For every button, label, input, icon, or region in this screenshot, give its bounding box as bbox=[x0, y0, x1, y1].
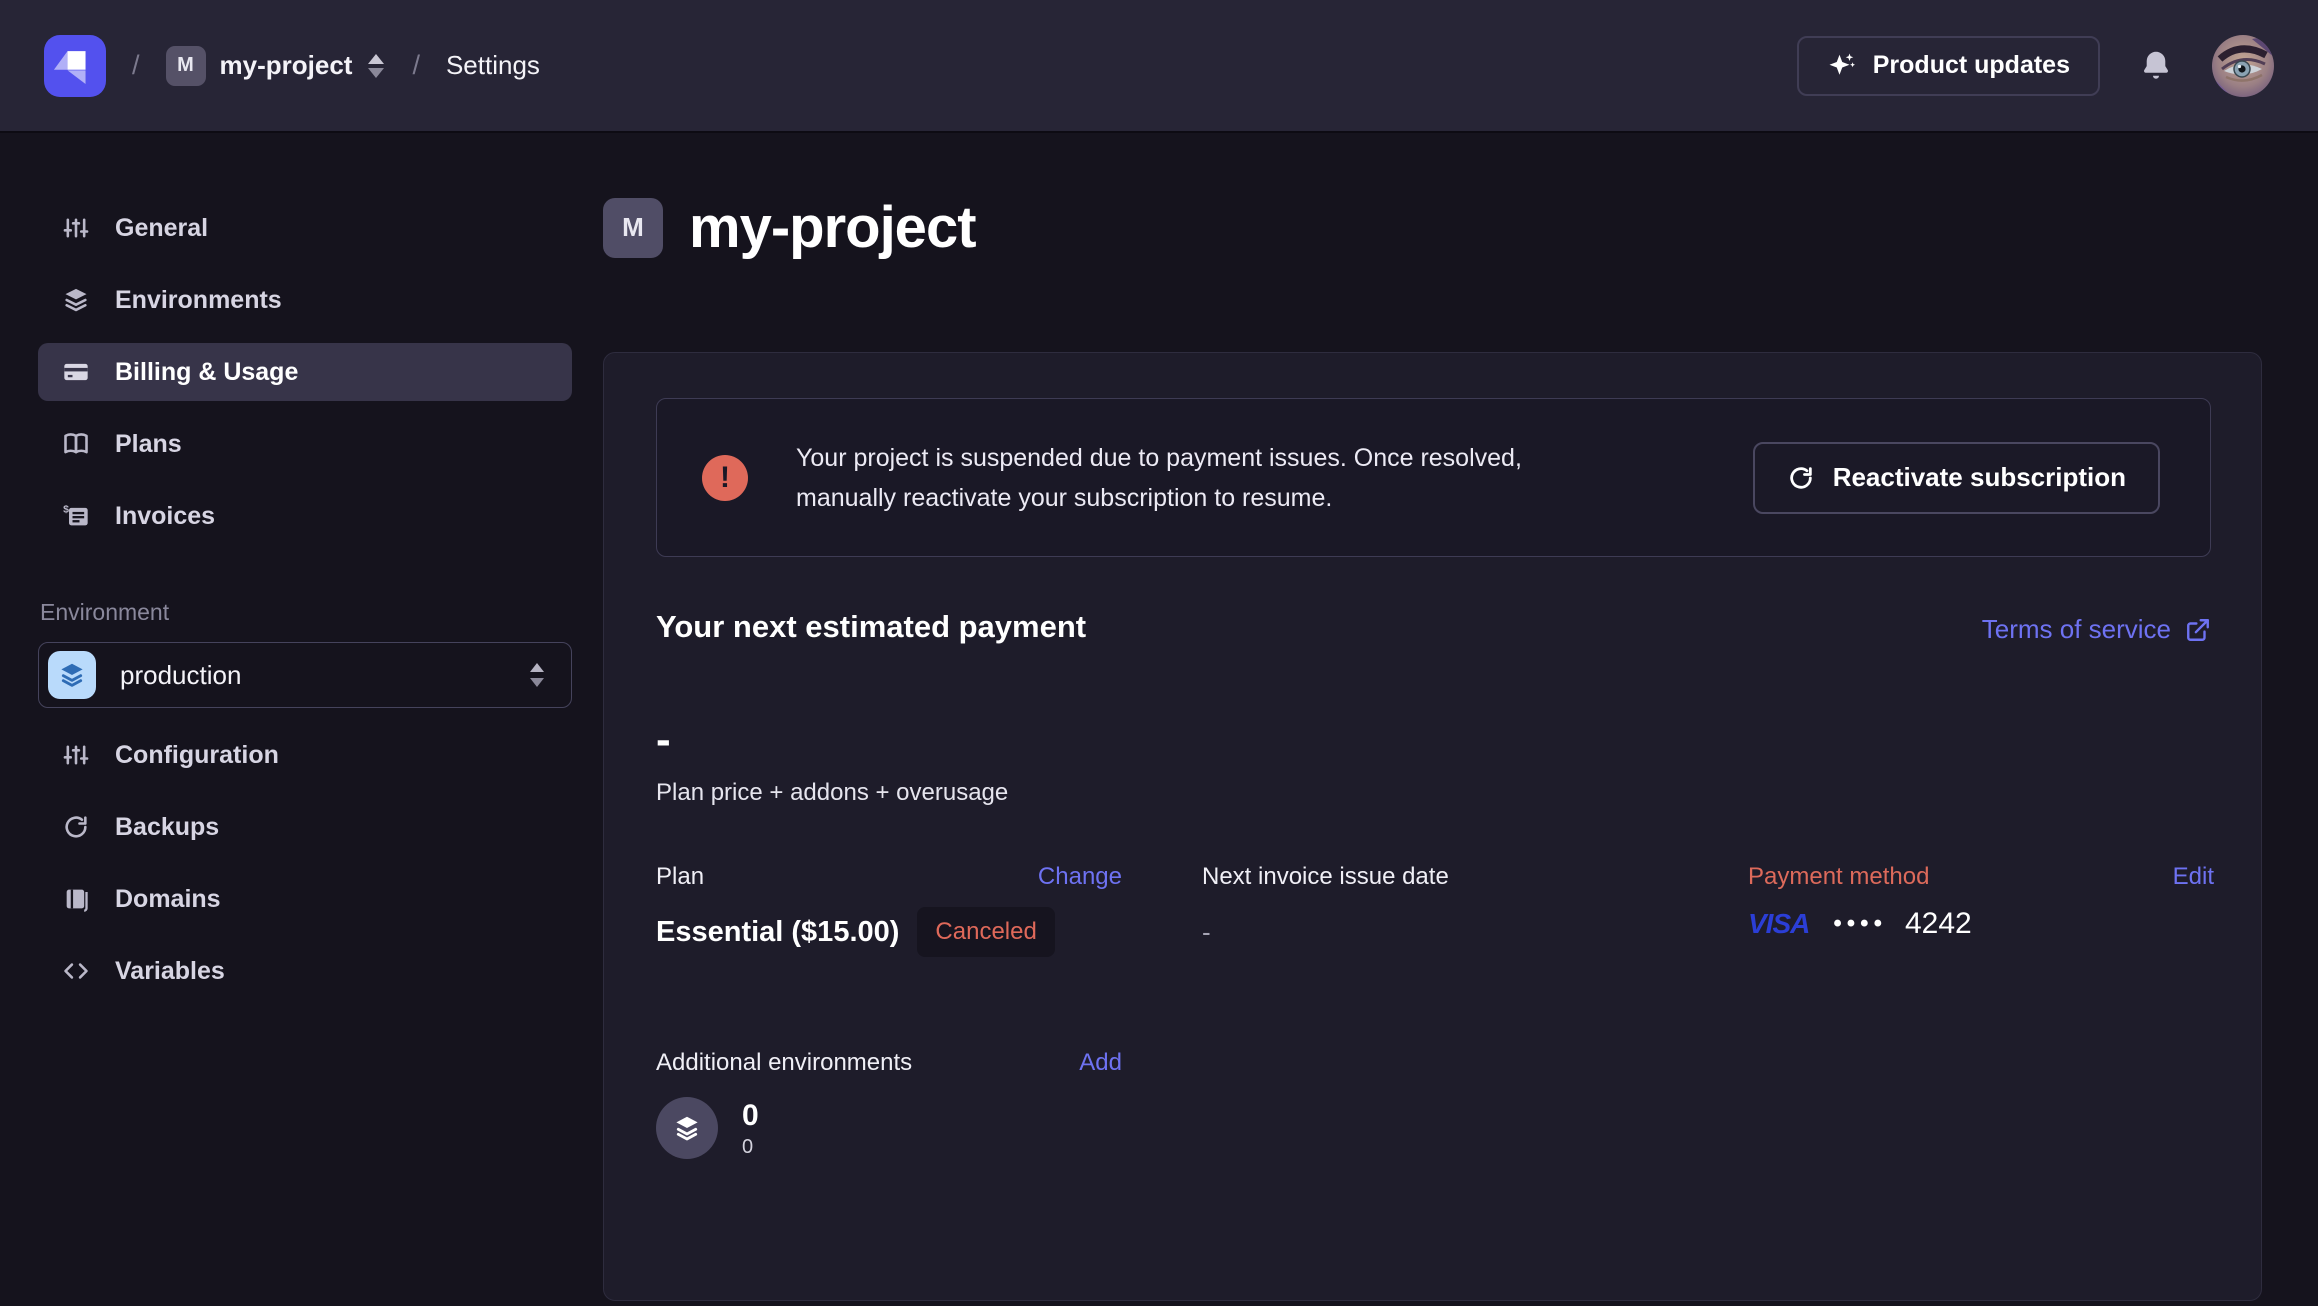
billing-details-grid: Plan Change Essential ($15.00) Canceled … bbox=[656, 863, 2211, 957]
sidebar-item-environments[interactable]: Environments bbox=[38, 271, 572, 329]
sidebar-item-general[interactable]: General bbox=[38, 199, 572, 257]
sidebar-item-billing-usage[interactable]: Billing & Usage bbox=[38, 343, 572, 401]
sidebar-item-label: Environments bbox=[115, 286, 282, 315]
notifications-bell-icon[interactable] bbox=[2138, 48, 2174, 84]
additional-environments-section: Additional environments Add 0 bbox=[656, 1049, 1122, 1159]
breadcrumb-project-label: my-project bbox=[220, 50, 353, 81]
external-link-icon bbox=[2185, 617, 2211, 643]
card-masked-dots: •••• bbox=[1833, 910, 1887, 938]
refresh-icon bbox=[1787, 464, 1815, 492]
code-icon bbox=[60, 957, 92, 985]
add-environment-link[interactable]: Add bbox=[1079, 1049, 1122, 1077]
environments-count-layers-icon bbox=[656, 1097, 718, 1159]
sidebar-item-label: Billing & Usage bbox=[115, 358, 298, 387]
main-content: M my-project ! Your project is suspended… bbox=[603, 133, 2318, 1304]
environment-section-label: Environment bbox=[40, 599, 572, 626]
page-header: M my-project bbox=[603, 194, 2262, 261]
additional-environments-label: Additional environments bbox=[656, 1049, 912, 1077]
breadcrumb-project[interactable]: M my-project bbox=[166, 46, 387, 86]
card-last4: 4242 bbox=[1905, 907, 1972, 941]
change-plan-link[interactable]: Change bbox=[1038, 863, 1122, 891]
visa-logo: VISA bbox=[1748, 908, 1809, 940]
environments-counts: 0 0 bbox=[742, 1097, 759, 1159]
sidebar-item-backups[interactable]: Backups bbox=[38, 798, 572, 856]
breadcrumb-settings: Settings bbox=[446, 50, 540, 81]
billing-card: ! Your project is suspended due to payme… bbox=[603, 352, 2262, 1301]
svg-text:$: $ bbox=[63, 504, 69, 516]
alert-exclamation-icon: ! bbox=[702, 455, 748, 501]
alert-message-line2: manually reactivate your subscription to… bbox=[796, 478, 1753, 518]
environments-sub-count: 0 bbox=[742, 1136, 759, 1159]
payment-method-label: Payment method bbox=[1748, 863, 1929, 891]
environment-selector[interactable]: production bbox=[38, 642, 572, 708]
terms-of-service-link[interactable]: Terms of service bbox=[1982, 614, 2211, 645]
sidebar-item-label: Domains bbox=[115, 885, 221, 914]
invoice-column: Next invoice issue date - bbox=[1202, 863, 1668, 957]
sidebar-item-label: General bbox=[115, 214, 208, 243]
reactivate-subscription-button[interactable]: Reactivate subscription bbox=[1753, 442, 2160, 514]
sidebar-item-plans[interactable]: Plans bbox=[38, 415, 572, 473]
estimated-amount-value: - bbox=[656, 723, 2211, 757]
sidebar-item-label: Plans bbox=[115, 430, 182, 459]
edit-payment-method-link[interactable]: Edit bbox=[2173, 863, 2214, 891]
project-switcher-icon[interactable] bbox=[366, 51, 386, 81]
estimated-amount-formula: Plan price + addons + overusage bbox=[656, 779, 2211, 807]
notebook-icon bbox=[60, 885, 92, 913]
sidebar: General Environments bbox=[0, 133, 603, 1304]
plan-column: Plan Change Essential ($15.00) Canceled bbox=[656, 863, 1122, 957]
breadcrumb-separator-2: / bbox=[412, 50, 420, 81]
sidebar-item-configuration[interactable]: Configuration bbox=[38, 726, 572, 784]
sidebar-item-variables[interactable]: Variables bbox=[38, 942, 572, 1000]
app-root: / M my-project / Settings bbox=[0, 0, 2318, 1306]
reactivate-subscription-label: Reactivate subscription bbox=[1833, 462, 2126, 493]
layers-icon bbox=[60, 286, 92, 314]
payment-section-header: Your next estimated payment Terms of ser… bbox=[656, 609, 2211, 645]
terms-of-service-label: Terms of service bbox=[1982, 614, 2171, 645]
topbar-actions: Product updates bbox=[1797, 35, 2274, 97]
environment-layers-icon bbox=[48, 651, 96, 699]
sidebar-item-label: Configuration bbox=[115, 741, 279, 770]
topbar: / M my-project / Settings bbox=[0, 0, 2318, 133]
sidebar-item-invoices[interactable]: $ Invoices bbox=[38, 487, 572, 545]
page-title: my-project bbox=[689, 194, 976, 261]
payment-method-column: Payment method Edit VISA •••• 4242 bbox=[1748, 863, 2214, 957]
sidebar-item-domains[interactable]: Domains bbox=[38, 870, 572, 928]
rotate-icon bbox=[60, 813, 92, 841]
open-book-icon bbox=[60, 430, 92, 458]
breadcrumb-separator: / bbox=[132, 50, 140, 81]
next-invoice-label: Next invoice issue date bbox=[1202, 863, 1449, 891]
alert-message: Your project is suspended due to payment… bbox=[796, 438, 1753, 518]
environments-count: 0 bbox=[742, 1099, 759, 1133]
plan-name: Essential ($15.00) bbox=[656, 916, 899, 949]
suspension-alert: ! Your project is suspended due to payme… bbox=[656, 398, 2211, 557]
environment-selector-chevrons-icon bbox=[527, 659, 547, 691]
sliders-icon bbox=[60, 214, 92, 242]
sidebar-item-label: Variables bbox=[115, 957, 225, 986]
next-invoice-value: - bbox=[1202, 917, 1668, 948]
user-avatar[interactable] bbox=[2212, 35, 2274, 97]
strapi-logo-icon bbox=[44, 35, 106, 97]
app-logo[interactable] bbox=[44, 35, 106, 97]
product-updates-label: Product updates bbox=[1873, 51, 2070, 80]
project-initial-badge: M bbox=[166, 46, 206, 86]
project-initial-badge-large: M bbox=[603, 198, 663, 258]
invoice-icon: $ bbox=[60, 502, 92, 530]
plan-status-badge: Canceled bbox=[917, 907, 1054, 957]
sidebar-item-label: Backups bbox=[115, 813, 219, 842]
next-payment-heading: Your next estimated payment bbox=[656, 609, 1086, 645]
environment-selector-value: production bbox=[120, 660, 527, 691]
sparkles-icon bbox=[1827, 51, 1857, 81]
credit-card-icon bbox=[60, 358, 92, 386]
sliders-icon bbox=[60, 741, 92, 769]
alert-message-line1: Your project is suspended due to payment… bbox=[796, 438, 1753, 478]
sidebar-item-label: Invoices bbox=[115, 502, 215, 531]
breadcrumb: / M my-project / Settings bbox=[44, 35, 540, 97]
product-updates-button[interactable]: Product updates bbox=[1797, 36, 2100, 96]
plan-label: Plan bbox=[656, 863, 704, 891]
